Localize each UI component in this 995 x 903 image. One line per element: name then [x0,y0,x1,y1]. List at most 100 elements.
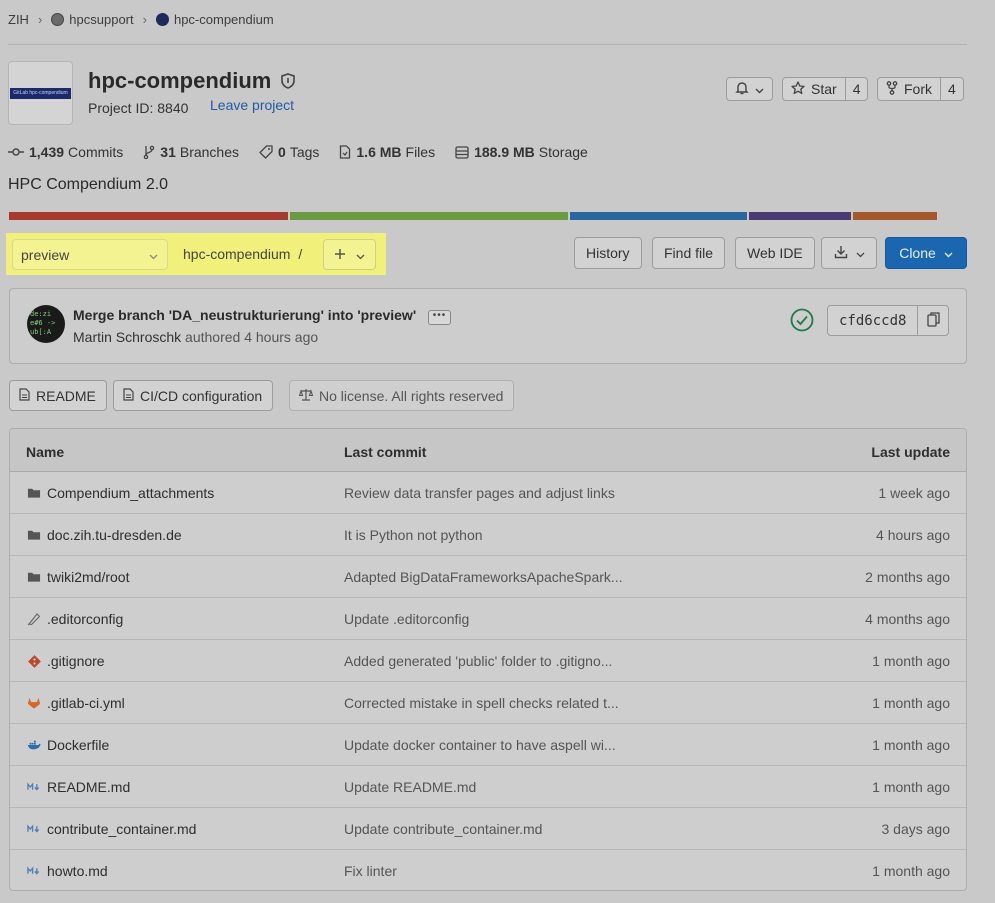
table-row[interactable]: howto.md Fix linter 1 month ago [10,850,966,890]
cicd-pill-label: CI/CD configuration [140,387,263,404]
commit-sha-group: cfd6ccd8 [827,305,950,336]
file-name-cell[interactable]: contribute_container.md [27,821,196,837]
commit-meta: Martin Schroschk authored 4 hours ago [73,329,318,345]
fork-count[interactable]: 4 [940,78,963,100]
commit-message[interactable]: Added generated 'public' folder to .giti… [344,653,612,669]
commit-author[interactable]: Martin Schroschk [73,329,181,345]
storage-stat[interactable]: 188.9 MB Storage [455,144,588,160]
file-name-cell[interactable]: README.md [27,779,130,795]
web-ide-button[interactable]: Web IDE [735,237,815,269]
breadcrumb-hpcsupport[interactable]: hpcsupport [69,12,133,27]
commit-message[interactable]: It is Python not python [344,527,483,543]
file-name[interactable]: doc.zih.tu-dresden.de [47,527,182,543]
branches-stat[interactable]: 31 Branches [143,144,239,160]
file-name-cell[interactable]: twiki2md/root [27,569,129,585]
clone-button[interactable]: Clone [885,237,967,269]
cicd-pill[interactable]: CI/CD configuration [113,380,274,411]
file-name[interactable]: Compendium_attachments [47,485,214,501]
commit-expand-button[interactable]: ••• [428,310,451,325]
file-name-cell[interactable]: .gitlab-ci.yml [27,695,125,711]
commit-message[interactable]: Update README.md [344,779,476,795]
star-count[interactable]: 4 [844,78,868,100]
readme-pill[interactable]: README [9,380,107,411]
branch-selector[interactable]: preview [12,239,168,270]
document-icon [19,387,30,404]
last-update: 1 week ago [878,485,950,501]
scale-icon [298,388,314,404]
group-avatar [51,13,65,26]
commit-message[interactable]: Update contribute_container.md [344,821,542,837]
commit-sha[interactable]: cfd6ccd8 [828,306,917,335]
storage-icon [455,145,469,159]
license-pill[interactable]: No license. All rights reserved [289,380,515,411]
commit-message[interactable]: Update docker container to have aspell w… [344,737,616,753]
language-segment[interactable] [570,212,748,220]
avatar-text-line: ub[:A [30,328,52,336]
git-icon [27,654,41,668]
fork-icon [886,80,898,98]
language-segment[interactable] [853,212,938,220]
last-update: 1 month ago [872,863,950,879]
language-segment[interactable] [9,212,288,220]
commit-message[interactable]: Corrected mistake in spell checks relate… [344,695,619,711]
pipeline-success-icon[interactable] [790,308,814,335]
file-name-cell[interactable]: .gitignore [27,653,105,669]
table-row[interactable]: .editorconfig Update .editorconfig 4 month… [10,598,966,640]
chevron-down-icon [149,247,158,263]
document-icon [123,387,134,404]
star-button[interactable]: Star [783,78,845,100]
tags-stat[interactable]: 0 Tags [259,144,319,160]
markdown-icon [27,782,41,792]
table-row[interactable]: Dockerfile Update docker container to hav… [10,724,966,766]
file-name[interactable]: Dockerfile [47,737,109,753]
last-commit-panel [9,288,967,364]
files-stat[interactable]: 1.6 MB Files [339,144,435,160]
table-row[interactable]: contribute_container.md Update contribute… [10,808,966,850]
leave-project-link[interactable]: Leave project [210,97,294,113]
commit-message[interactable]: Adapted BigDataFrameworksApacheSpark... [344,569,623,585]
file-name[interactable]: .gitignore [47,653,105,669]
license-pill-label: No license. All rights reserved [319,387,504,404]
file-name[interactable]: contribute_container.md [47,821,196,837]
project-stats: 1,439 Commits 31 Branches 0 Tags 1.6 MB File… [8,144,608,160]
file-name-cell[interactable]: .editorconfig [27,611,123,627]
readme-pill-label: README [36,387,96,404]
commits-stat[interactable]: 1,439 Commits [8,144,123,160]
language-segment[interactable] [749,212,852,220]
star-label: Star [811,81,837,97]
fork-button-group: Fork 4 [877,77,964,101]
language-segment[interactable] [289,212,569,220]
breadcrumb-zih[interactable]: ZIH [8,12,29,27]
table-row[interactable]: README.md Update README.md 1 month ago [10,766,966,808]
author-avatar[interactable]: de:zi e#6 -> ub[:A [27,305,65,343]
editorconfig-icon [27,612,41,626]
file-name[interactable]: twiki2md/root [47,569,129,585]
file-name[interactable]: .gitlab-ci.yml [47,695,125,711]
commit-message[interactable]: Fix linter [344,863,397,879]
find-file-button[interactable]: Find file [652,237,726,269]
copy-sha-button[interactable] [917,306,948,335]
notification-dropdown[interactable] [726,77,773,101]
table-row[interactable]: .gitignore Added generated 'public' folde… [10,640,966,682]
file-name-cell[interactable]: doc.zih.tu-dresden.de [27,527,182,543]
commit-message[interactable]: Review data transfer pages and adjust li… [344,485,615,501]
file-name[interactable]: .editorconfig [47,611,123,627]
fork-button[interactable]: Fork [878,78,940,100]
file-name[interactable]: README.md [47,779,130,795]
file-name-cell[interactable]: Dockerfile [27,737,109,753]
table-row[interactable]: twiki2md/root Adapted BigDataFrameworksAp… [10,556,966,598]
commit-message[interactable]: Update .editorconfig [344,611,469,627]
file-name[interactable]: howto.md [47,863,108,879]
shield-icon [281,73,296,89]
table-row[interactable]: Compendium_attachments Review data transf… [10,472,966,514]
file-name-cell[interactable]: howto.md [27,863,108,879]
history-button[interactable]: History [574,237,642,269]
commit-title[interactable]: Merge branch 'DA_neustrukturierung' into… [73,307,416,323]
download-dropdown[interactable] [821,237,877,269]
table-row[interactable]: .gitlab-ci.yml Corrected mistake in spell… [10,682,966,724]
file-name-cell[interactable]: Compendium_attachments [27,485,214,501]
repo-path-root[interactable]: hpc-compendium [183,246,290,262]
breadcrumb-hpc-compendium[interactable]: hpc-compendium [174,12,274,27]
add-to-tree-dropdown[interactable] [323,239,376,270]
table-row[interactable]: doc.zih.tu-dresden.de It is Python not py… [10,514,966,556]
